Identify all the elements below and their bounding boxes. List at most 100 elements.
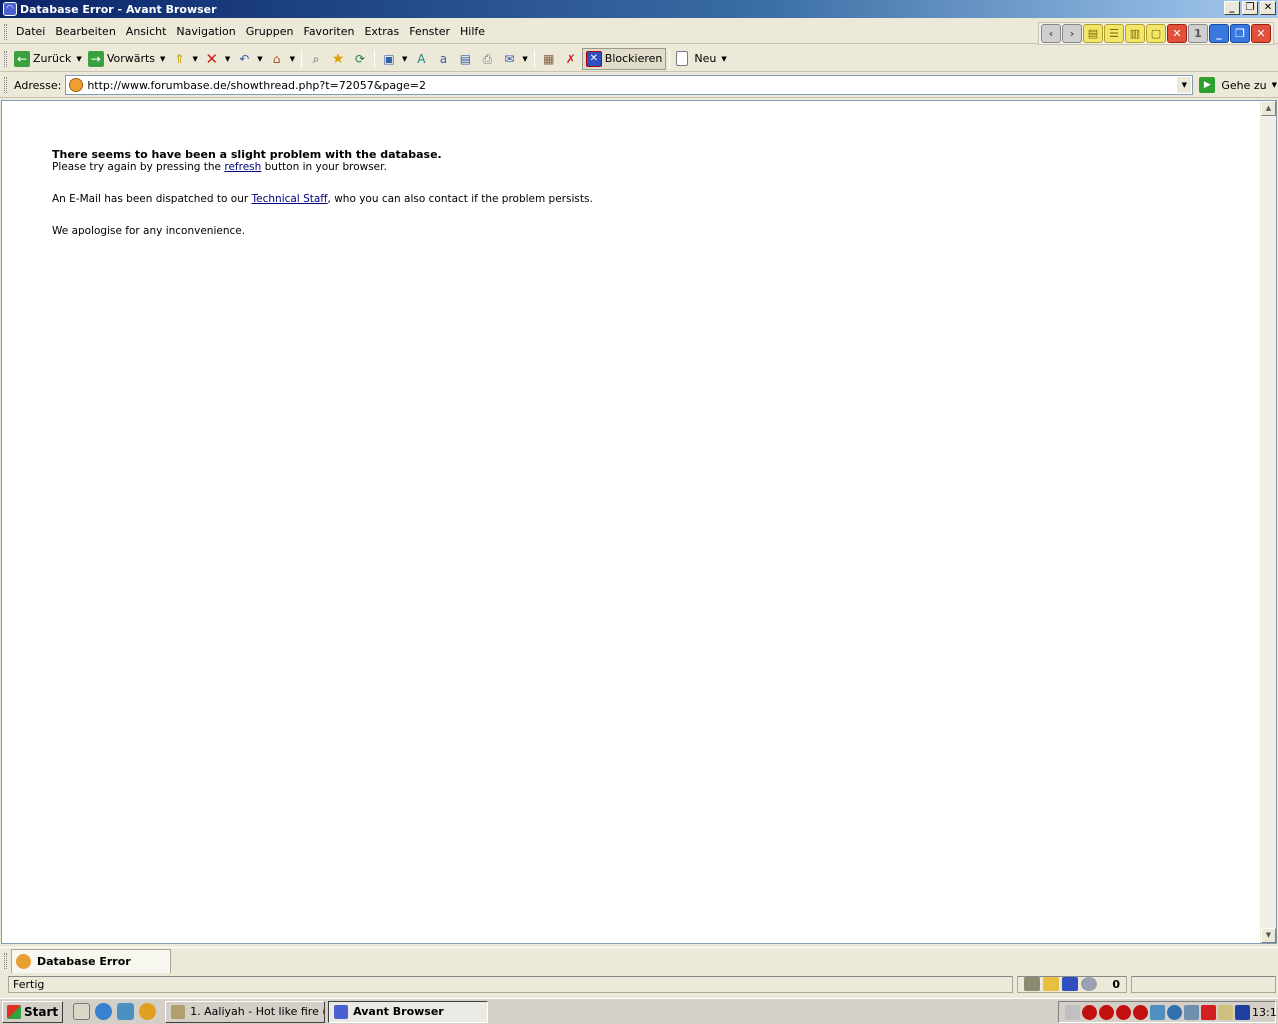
menu-ansicht[interactable]: Ansicht	[121, 25, 172, 38]
script-toggle-button[interactable]: ✗	[560, 48, 582, 70]
restore-button[interactable]: ❐	[1242, 1, 1258, 15]
notepad-icon[interactable]	[73, 1003, 91, 1020]
media-player-icon[interactable]	[139, 1003, 157, 1020]
chevron-down-icon[interactable]: ▼	[1177, 77, 1192, 93]
flash-icon[interactable]	[1081, 977, 1097, 991]
minimize-button[interactable]: _	[1224, 1, 1240, 15]
chevron-down-icon[interactable]: ▼	[721, 55, 726, 63]
stop-button[interactable]: ✕ ▼	[201, 48, 233, 70]
apology-text: We apologise for any inconvenience.	[52, 225, 246, 237]
menu-gruppen[interactable]: Gruppen	[241, 25, 299, 38]
new-button[interactable]: Neu ▼	[673, 48, 729, 70]
close-button[interactable]: ✕	[1260, 1, 1276, 15]
go-arrow-icon: ▶	[1199, 77, 1216, 93]
toolbar-grip[interactable]	[4, 50, 7, 67]
image-icon: ▦	[543, 51, 555, 66]
address-grip[interactable]	[4, 77, 7, 93]
avant-browser-icon[interactable]	[1235, 1004, 1250, 1020]
edit-button[interactable]: ▤	[454, 48, 476, 70]
chevron-down-icon[interactable]: ▼	[257, 55, 262, 63]
menu-datei[interactable]: Datei	[11, 25, 50, 38]
chevron-down-icon[interactable]: ▼	[76, 55, 81, 63]
translate-button[interactable]: a	[432, 48, 454, 70]
monitor-icon[interactable]	[1218, 1004, 1233, 1020]
computer-icon[interactable]	[1184, 1004, 1199, 1020]
close-tab-icon[interactable]: ✕	[1251, 24, 1271, 43]
tile-horizontal-icon[interactable]: ☰	[1104, 24, 1124, 43]
tabstrip-grip[interactable]	[4, 952, 7, 969]
refresh-button[interactable]: ↶ ▼	[233, 48, 265, 70]
menu-grip[interactable]	[4, 23, 7, 40]
task-aaliyah[interactable]: 1. Aaliyah - Hot like fire (t...	[165, 1000, 326, 1023]
outlook-icon[interactable]	[117, 1003, 135, 1020]
forward-arrow-icon: →	[87, 50, 104, 67]
tab-count-badge[interactable]: 1	[1188, 24, 1208, 43]
window-button[interactable]: ▣ ▼	[378, 48, 410, 70]
antivirus-icon[interactable]	[1201, 1004, 1216, 1020]
chevron-down-icon[interactable]: ▼	[290, 55, 295, 63]
menu-navigation[interactable]: Navigation	[171, 25, 240, 38]
mail-button[interactable]: ✉ ▼	[498, 48, 530, 70]
close-all-tabs-icon[interactable]: ✕	[1167, 24, 1187, 43]
volume-icon[interactable]	[1065, 1004, 1080, 1020]
refresh-link[interactable]: refresh	[224, 161, 261, 173]
error-heading: There seems to have been a slight proble…	[52, 148, 442, 161]
cascade-icon[interactable]: ▤	[1083, 24, 1103, 43]
stop-icon: ✕	[205, 49, 219, 68]
tray-red-icon-2[interactable]	[1099, 1004, 1114, 1020]
tab-label: Database Error	[37, 954, 131, 968]
menu-fenster[interactable]: Fenster	[404, 25, 455, 38]
favorites-button[interactable]: ★	[327, 48, 349, 70]
mail-icon: ✉	[504, 51, 515, 66]
popup-block-icon[interactable]	[1062, 977, 1078, 991]
vertical-scrollbar[interactable]: ▲ ▼	[1260, 101, 1276, 943]
restore-tab-icon[interactable]: ❐	[1230, 24, 1250, 43]
menu-bearbeiten[interactable]: Bearbeiten	[50, 25, 120, 38]
tile-vertical-icon[interactable]: ▥	[1125, 24, 1145, 43]
globe-icon[interactable]	[1167, 1004, 1182, 1020]
chevron-down-icon[interactable]: ▼	[522, 55, 527, 63]
star-icon: ★	[331, 50, 345, 67]
chevron-down-icon[interactable]: ▼	[1272, 81, 1277, 89]
block-popups-button[interactable]: ✕ Blockieren	[581, 47, 667, 70]
forward-button[interactable]: → Vorwärts ▼	[85, 48, 169, 70]
tray-red-icon-3[interactable]	[1116, 1004, 1131, 1020]
chevron-down-icon[interactable]: ▼	[225, 55, 230, 63]
task-avant-browser[interactable]: Avant Browser	[328, 1000, 489, 1023]
history-button[interactable]: ⟳	[349, 48, 371, 70]
menu-hilfe[interactable]: Hilfe	[455, 25, 490, 38]
font-button[interactable]: A	[410, 48, 432, 70]
chevron-down-icon[interactable]: ▼	[160, 55, 165, 63]
tray-red-icon-1[interactable]	[1082, 1004, 1097, 1020]
previous-tab-icon[interactable]: ‹	[1041, 24, 1061, 43]
home-button[interactable]: ⌂ ▼	[266, 48, 298, 70]
next-tab-icon[interactable]: ›	[1062, 24, 1082, 43]
scroll-down-icon[interactable]: ▼	[1261, 928, 1276, 943]
minimize-tab-icon[interactable]: _	[1209, 24, 1229, 43]
up-button[interactable]: ⇑ ▼	[168, 48, 200, 70]
maximize-tab-icon[interactable]: ▢	[1146, 24, 1166, 43]
tray-red-icon-4[interactable]	[1133, 1004, 1148, 1020]
address-field[interactable]: ▼	[65, 75, 1194, 95]
tab-database-error[interactable]: Database Error	[11, 948, 171, 973]
block-label: Blockieren	[604, 52, 663, 65]
print-button[interactable]: ⎙	[476, 48, 498, 70]
internet-explorer-icon[interactable]	[95, 1003, 113, 1020]
back-button[interactable]: ← Zurück ▼	[11, 48, 85, 70]
network-icon[interactable]	[1150, 1004, 1165, 1020]
chevron-down-icon[interactable]: ▼	[192, 55, 197, 63]
network-icon[interactable]	[1024, 977, 1040, 991]
technical-staff-link[interactable]: Technical Staff	[252, 193, 328, 205]
toolbar-separator	[301, 49, 302, 68]
lock-icon[interactable]	[1043, 977, 1059, 991]
blocked-count: 0	[1112, 977, 1120, 991]
menu-favoriten[interactable]: Favoriten	[299, 25, 360, 38]
scroll-up-icon[interactable]: ▲	[1261, 101, 1276, 116]
menu-extras[interactable]: Extras	[359, 25, 404, 38]
chevron-down-icon[interactable]: ▼	[402, 55, 407, 63]
url-input[interactable]	[87, 78, 1168, 92]
search-button[interactable]: ⌕	[305, 48, 327, 70]
go-button[interactable]: ▶ Gehe zu ▼	[1199, 77, 1277, 93]
start-button[interactable]: Start	[2, 1000, 64, 1023]
image-toggle-button[interactable]: ▦	[538, 48, 560, 70]
